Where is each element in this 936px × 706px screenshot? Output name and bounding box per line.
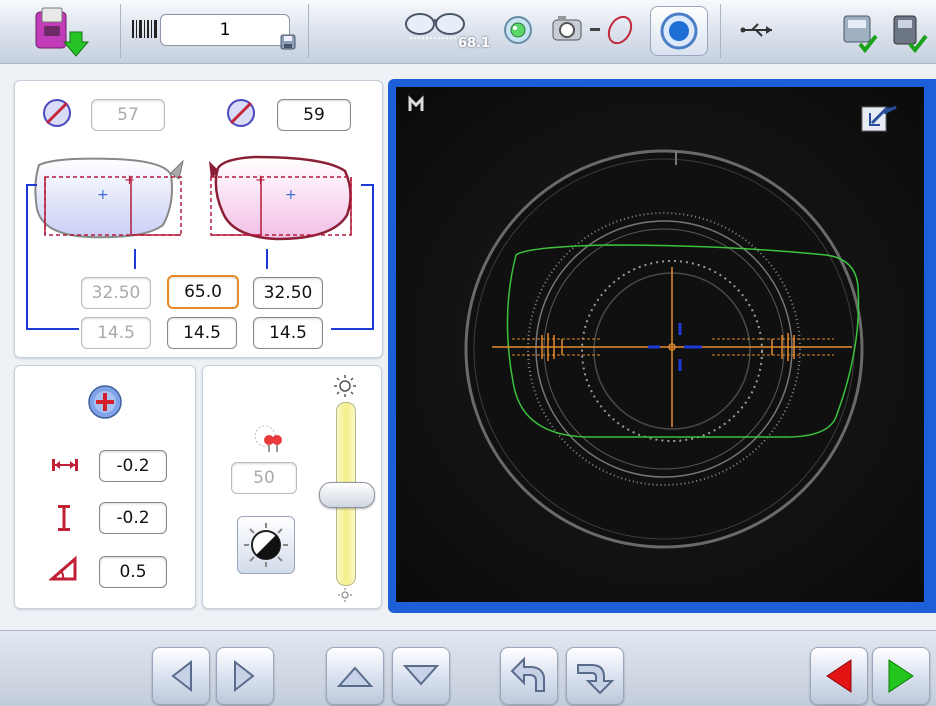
save-icon[interactable] [280,34,296,50]
triangle-up-icon [336,666,374,687]
horizontal-offset-icon [52,459,78,471]
rotate-left-button[interactable] [500,647,558,705]
lens-shape-icon [607,15,633,45]
svg-text:+: + [255,173,266,188]
frame-size-button[interactable]: 68.1 [400,8,490,58]
brightness-high-icon [334,375,356,397]
axis-offset-field[interactable]: 0.5 [99,556,167,588]
horizontal-offset-field[interactable]: -0.2 [99,450,167,482]
up-button[interactable] [326,647,384,705]
tracer-machine-icon [893,15,928,54]
barcode-icon [132,20,158,38]
top-toolbar: 1 68.1 [0,0,936,64]
tracer-status-button[interactable] [888,10,928,54]
center-height-field[interactable]: 14.5 [167,317,237,349]
lens-view-button[interactable] [502,14,534,46]
offset-adjust-panel: -0.2 -0.2 0.5 [14,365,196,609]
svg-text:+: + [285,187,297,203]
illumination-panel: 50 [202,365,382,609]
vertical-offset-icon [58,505,70,531]
right-half-pd-field[interactable]: 32.50 [253,277,323,309]
vertical-offset-field[interactable]: -0.2 [99,502,167,534]
total-pd-field[interactable]: 65.0 [167,275,239,309]
left-diameter-field[interactable]: 57 [91,99,165,131]
left-height-field[interactable]: 14.5 [81,317,151,349]
triangle-down-icon [402,665,440,686]
edger-machine-icon [843,15,878,54]
usb-icon [740,20,776,40]
lens-camera-view[interactable] [396,87,924,602]
rotate-left-arrow-icon [510,656,545,692]
contrast-icon [244,523,288,567]
forward-button[interactable] [872,647,930,705]
brightness-slider-thumb[interactable] [319,482,375,508]
green-arrow-right-icon [888,659,914,693]
target-circle-icon [660,12,698,50]
frame-size-readout: 68.1 [458,36,491,51]
contrast-button[interactable] [237,516,295,574]
dash-separator [590,28,600,31]
triangle-left-icon [171,659,192,693]
triangle-right-icon [234,659,255,693]
down-button[interactable] [392,647,450,705]
frame-centering-panel: 57 59 + + + + 32.50 65.0 32.50 14.5 14.5… [14,80,383,358]
previous-button[interactable] [152,647,210,705]
brightness-slider-track[interactable] [319,402,375,586]
job-number-text: 1 [219,20,231,40]
next-button[interactable] [216,647,274,705]
right-diameter-field[interactable]: 59 [277,99,351,131]
plus-icon [88,385,122,419]
camera-view-frame [388,79,936,613]
load-job-button[interactable] [30,6,92,58]
load-job-icon [35,7,90,57]
illumination-value-field[interactable]: 50 [231,462,297,494]
centering-mode-button[interactable] [650,6,708,56]
camera-button[interactable] [550,12,586,44]
rotate-right-button[interactable] [566,647,624,705]
camera-icon [552,16,582,41]
bottom-navigation-bar [0,630,936,706]
diameter-icon [43,99,71,127]
job-number-field[interactable]: 1 [160,14,290,46]
red-arrow-left-icon [826,659,852,693]
back-button[interactable] [810,647,868,705]
svg-text:+: + [97,187,109,203]
axis-angle-icon [49,556,77,581]
add-button[interactable] [87,384,123,420]
brightness-low-icon [338,588,352,602]
svg-text:+: + [124,173,135,188]
left-half-pd-field[interactable]: 32.50 [81,277,151,309]
right-height-field[interactable]: 14.5 [253,317,323,349]
shape-button[interactable] [604,12,636,48]
lens-view-icon [504,16,532,44]
led-illumination-icon [254,425,282,452]
diameter-icon [227,99,255,127]
rotate-right-arrow-icon [577,664,615,695]
edger-status-button[interactable] [840,10,878,54]
